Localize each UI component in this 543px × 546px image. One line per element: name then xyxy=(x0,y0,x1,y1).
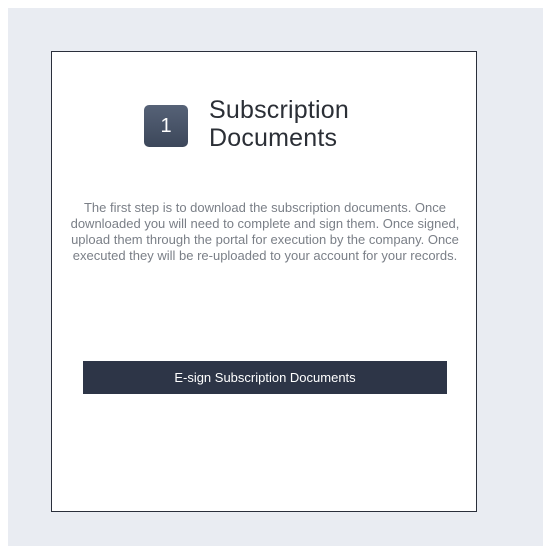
esign-subscription-documents-button[interactable]: E-sign Subscription Documents xyxy=(83,361,447,394)
step-title: Subscription Documents xyxy=(209,96,349,152)
subscription-step-card: 1 Subscription Documents The first step … xyxy=(51,51,477,512)
step-description: The first step is to download the subscr… xyxy=(70,200,460,263)
step-header: 1 Subscription Documents xyxy=(144,96,404,166)
step-number-badge: 1 xyxy=(144,105,188,147)
